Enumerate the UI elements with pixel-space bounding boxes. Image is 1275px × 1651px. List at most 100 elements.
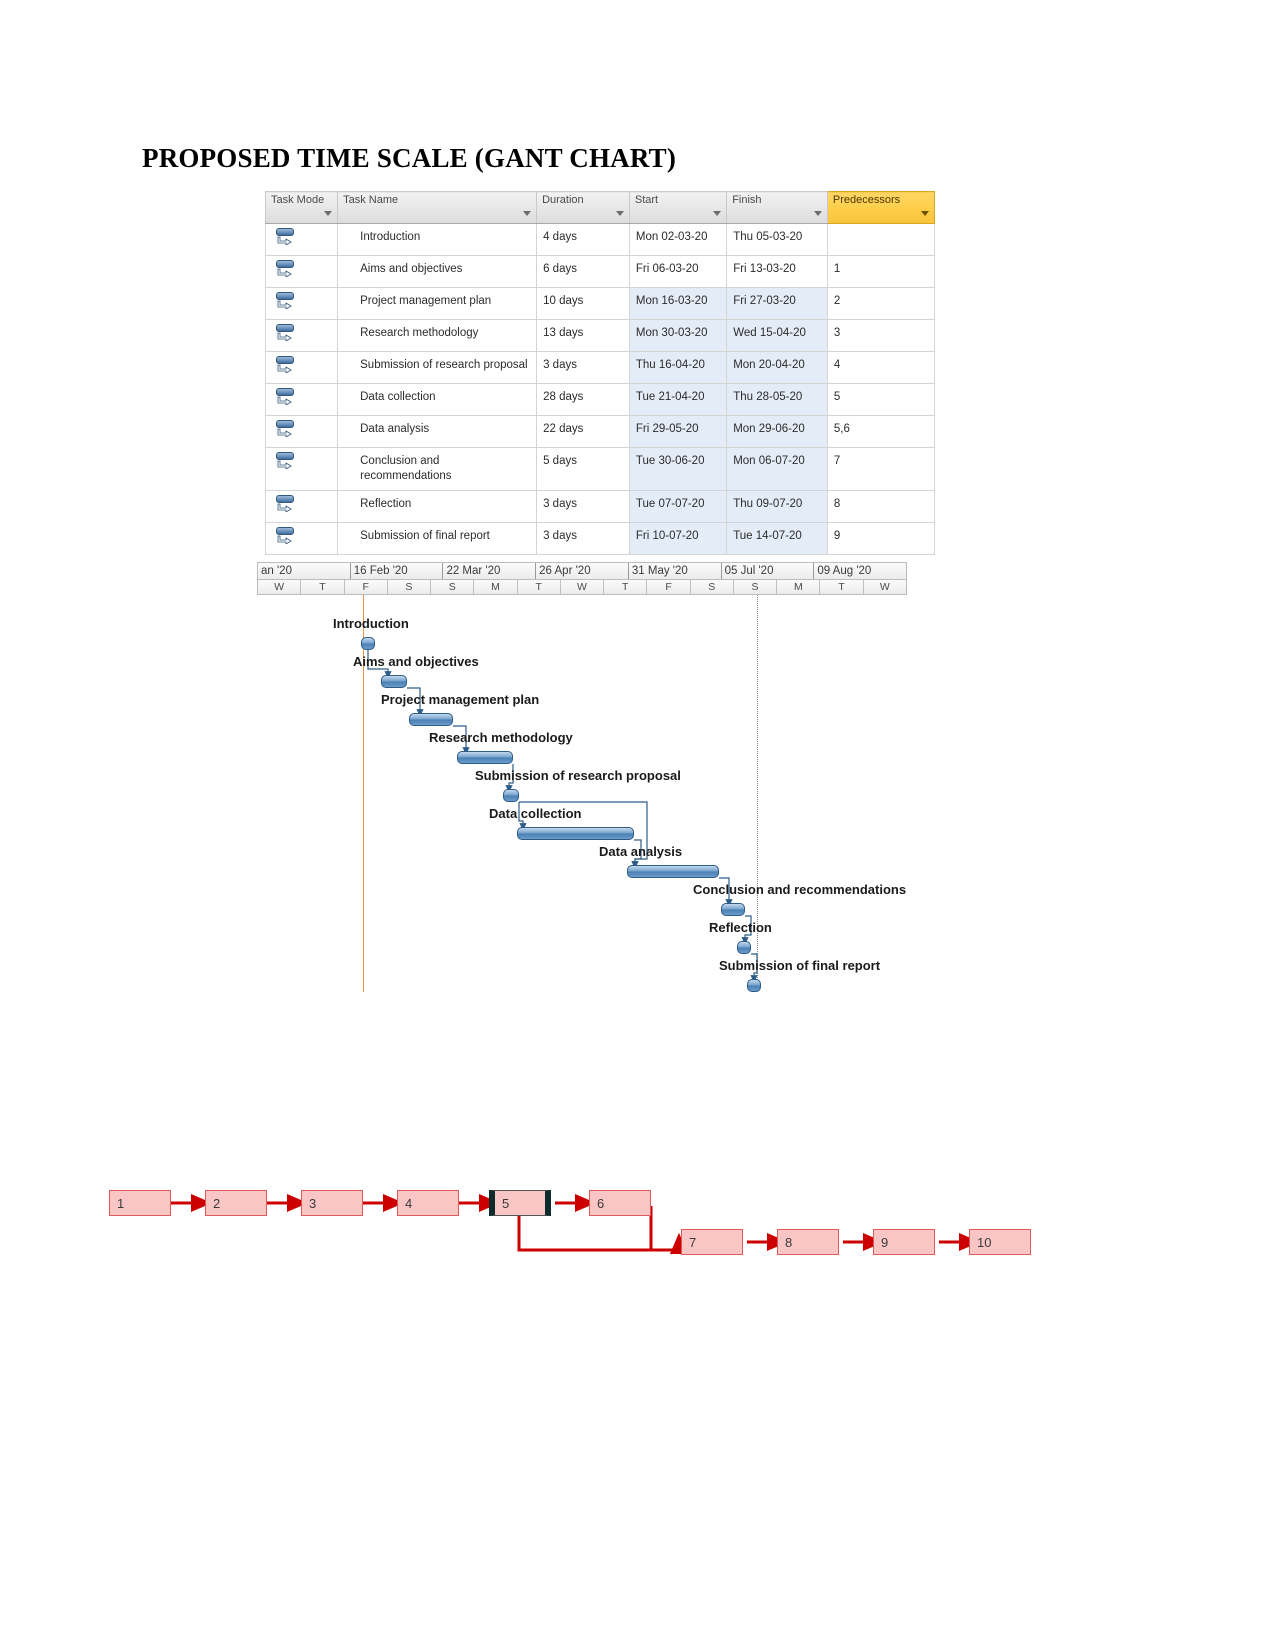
- cell-predecessors: 2: [826, 287, 936, 320]
- timeline-major-label: an '20: [258, 563, 351, 579]
- network-node[interactable]: 3: [301, 1190, 363, 1216]
- network-node[interactable]: 10: [969, 1229, 1031, 1255]
- cell-task-mode[interactable]: [264, 383, 339, 416]
- chevron-down-icon[interactable]: [713, 211, 722, 216]
- timeline-major-label: 09 Aug '20: [817, 565, 872, 577]
- column-header-label: Task Mode: [271, 194, 325, 206]
- network-node[interactable]: 4: [397, 1190, 459, 1216]
- network-links: [171, 1194, 980, 1254]
- column-header-task-mode[interactable]: Task Mode: [264, 191, 339, 224]
- table-row[interactable]: Data analysis 22 days Fri 29-05-20 Mon 29-0…: [264, 415, 936, 448]
- cell-finish: Fri 27-03-20: [726, 287, 828, 320]
- network-node[interactable]: 2: [205, 1190, 267, 1216]
- gantt-bar-label: Research methodology: [429, 730, 573, 745]
- column-header-predecessors[interactable]: Predecessors: [826, 191, 936, 224]
- cell-start: Tue 21-04-20: [628, 383, 728, 416]
- auto-schedule-icon: [276, 452, 298, 472]
- gantt-bar[interactable]: [517, 827, 634, 840]
- gantt-bar-label: Reflection: [709, 920, 772, 935]
- timeline-minor-label: W: [561, 580, 605, 594]
- timeline-minor-label: T: [301, 580, 345, 594]
- cell-finish: Tue 14-07-20: [726, 522, 828, 555]
- gantt-bar[interactable]: [747, 979, 761, 992]
- table-row[interactable]: Submission of research proposal 3 days Thu…: [264, 351, 936, 384]
- cell-predecessors: 5,6: [826, 415, 936, 448]
- network-node[interactable]: 1: [109, 1190, 171, 1216]
- auto-schedule-icon: [276, 420, 298, 440]
- network-node[interactable]: 8: [777, 1229, 839, 1255]
- column-header-duration[interactable]: Duration: [536, 191, 630, 224]
- cell-task-name: Reflection: [337, 490, 538, 523]
- column-header-task-name[interactable]: Task Name: [337, 191, 538, 224]
- gantt-bar[interactable]: [409, 713, 453, 726]
- chevron-down-icon[interactable]: [523, 211, 532, 216]
- timeline-minor-label: S: [691, 580, 734, 594]
- table-header-row: Task Mode Task Name Duration Start Finis…: [264, 191, 936, 224]
- cell-duration: 5 days: [536, 447, 630, 491]
- cell-task-name: Submission of research proposal: [337, 351, 538, 384]
- cell-task-mode[interactable]: [264, 447, 339, 491]
- table-row[interactable]: Introduction 4 days Mon 02-03-20 Thu 05-03-…: [264, 223, 936, 256]
- gantt-bar[interactable]: [721, 903, 745, 916]
- gantt-bar-label: Data analysis: [599, 844, 683, 859]
- table-row[interactable]: Data collection 28 days Tue 21-04-20 Thu 28…: [264, 383, 936, 416]
- timeline-major-label: 16 Feb '20: [351, 563, 444, 579]
- column-header-label: Finish: [732, 194, 762, 206]
- table-row[interactable]: Aims and objectives 6 days Fri 06-03-20 Fri…: [264, 255, 936, 288]
- timeline-minor-label: T: [518, 580, 561, 594]
- network-node[interactable]: 7: [681, 1229, 743, 1255]
- cell-task-name: Research methodology: [337, 319, 538, 352]
- network-diagram: 1 2 3 4 5 6 7 8 9 10: [90, 1150, 1090, 1290]
- gantt-bar[interactable]: [737, 941, 751, 954]
- gantt-bar[interactable]: [627, 865, 719, 878]
- table-row[interactable]: Conclusion and recommendations 5 days Tue …: [264, 447, 936, 491]
- cell-predecessors: 3: [826, 319, 936, 352]
- cell-task-mode[interactable]: [264, 287, 339, 320]
- cell-finish: Mon 20-04-20: [726, 351, 828, 384]
- gantt-bar-label: Conclusion and recommendations: [693, 882, 907, 897]
- gantt-bar-label: Submission of research proposal: [475, 768, 681, 783]
- cell-task-name: Submission of final report: [337, 522, 538, 555]
- cell-duration: 3 days: [536, 490, 630, 523]
- cell-predecessors: 1: [826, 255, 936, 288]
- network-node-critical[interactable]: 5: [489, 1190, 551, 1216]
- chevron-down-icon[interactable]: [615, 211, 624, 216]
- cell-start: Tue 07-07-20: [628, 490, 728, 523]
- table-row[interactable]: Submission of final report 3 days Fri 10-0…: [264, 522, 936, 555]
- task-table: Task Mode Task Name Duration Start Finis…: [264, 191, 936, 555]
- gantt-timeline-header: an '20 16 Feb '20 22 Mar '20 26 Apr '20 31 M…: [257, 562, 907, 595]
- table-row[interactable]: Research methodology 13 days Mon 30-03-20 W…: [264, 319, 936, 352]
- cell-predecessors: 9: [826, 522, 936, 555]
- network-node[interactable]: 9: [873, 1229, 935, 1255]
- gantt-bar-label: Project management plan: [381, 692, 540, 707]
- cell-duration: 28 days: [536, 383, 630, 416]
- table-row[interactable]: Reflection 3 days Tue 07-07-20 Thu 09-07-20…: [264, 490, 936, 523]
- timeline-major-label: 05 Jul '20: [722, 563, 815, 579]
- gantt-bar[interactable]: [457, 751, 513, 764]
- table-row[interactable]: Project management plan 10 days Mon 16-03-…: [264, 287, 936, 320]
- cell-task-mode[interactable]: [264, 415, 339, 448]
- timeline-minor-label: W: [258, 580, 302, 594]
- cell-task-mode[interactable]: [264, 351, 339, 384]
- cell-finish: Mon 29-06-20: [726, 415, 828, 448]
- cell-task-name: Aims and objectives: [337, 255, 538, 288]
- column-header-start[interactable]: Start: [628, 191, 728, 224]
- cell-task-mode[interactable]: [264, 255, 339, 288]
- column-header-finish[interactable]: Finish: [726, 191, 828, 224]
- cell-task-mode[interactable]: [264, 223, 339, 256]
- cell-duration: 10 days: [536, 287, 630, 320]
- gantt-bar[interactable]: [381, 675, 407, 688]
- cell-task-mode[interactable]: [264, 522, 339, 555]
- cell-duration: 6 days: [536, 255, 630, 288]
- chevron-down-icon[interactable]: [813, 211, 822, 216]
- gantt-bar[interactable]: [503, 789, 519, 802]
- network-node[interactable]: 6: [589, 1190, 651, 1216]
- gantt-bar[interactable]: [361, 637, 375, 650]
- cell-task-mode[interactable]: [264, 319, 339, 352]
- chevron-down-icon[interactable]: [324, 211, 333, 216]
- timeline-major-row: an '20 16 Feb '20 22 Mar '20 26 Apr '20 31 M…: [257, 562, 907, 579]
- chevron-down-icon[interactable]: [921, 211, 929, 216]
- cell-finish: Fri 13-03-20: [726, 255, 828, 288]
- cell-task-name: Project management plan: [337, 287, 538, 320]
- cell-task-mode[interactable]: [264, 490, 339, 523]
